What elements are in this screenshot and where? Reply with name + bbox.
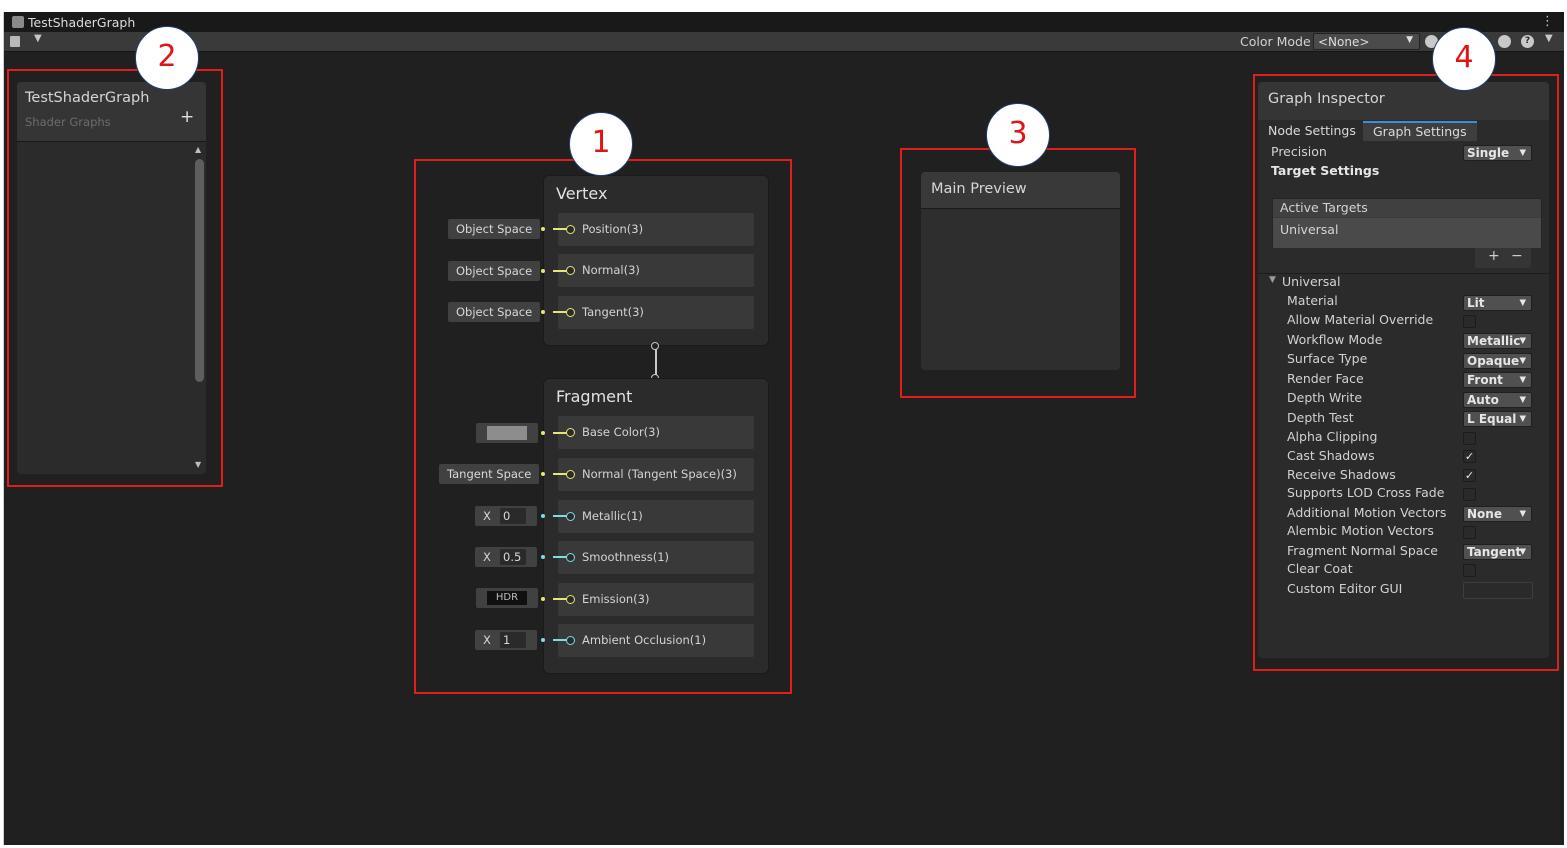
annotation-box-2 (7, 69, 223, 487)
annotation-marker-4: 4 (1432, 27, 1496, 91)
chevron-down-icon: ▼ (1406, 35, 1413, 45)
help-icon[interactable]: ? (1521, 35, 1534, 48)
preview-toggle-icon[interactable] (1498, 35, 1511, 48)
color-mode-dropdown[interactable]: <None> ▼ (1313, 33, 1420, 50)
window-menu-icon[interactable]: ⋮ (1541, 14, 1554, 29)
annotation-marker-1: 1 (569, 112, 633, 176)
shader-graph-icon (12, 16, 24, 28)
toolbar-menu-dropdown-icon[interactable]: ▼ (1545, 33, 1553, 44)
annotation-marker-2: 2 (135, 26, 199, 90)
annotation-box-1 (414, 159, 792, 694)
shader-graph-window: TestShaderGraph ⋮ ▼ Color Mode <None> ▼ ?… (3, 12, 1564, 845)
window-title: TestShaderGraph (28, 15, 136, 30)
save-dropdown-icon[interactable]: ▼ (34, 33, 42, 44)
window-titlebar: TestShaderGraph ⋮ (4, 12, 1564, 32)
color-mode-label: Color Mode (1240, 34, 1311, 49)
annotation-marker-3: 3 (986, 103, 1050, 167)
annotation-box-4 (1253, 74, 1559, 671)
graph-toolbar: ▼ Color Mode <None> ▼ ? ▼ (4, 32, 1564, 52)
save-icon[interactable] (10, 36, 20, 47)
annotation-box-3 (900, 148, 1136, 398)
color-mode-value: <None> (1318, 35, 1370, 49)
